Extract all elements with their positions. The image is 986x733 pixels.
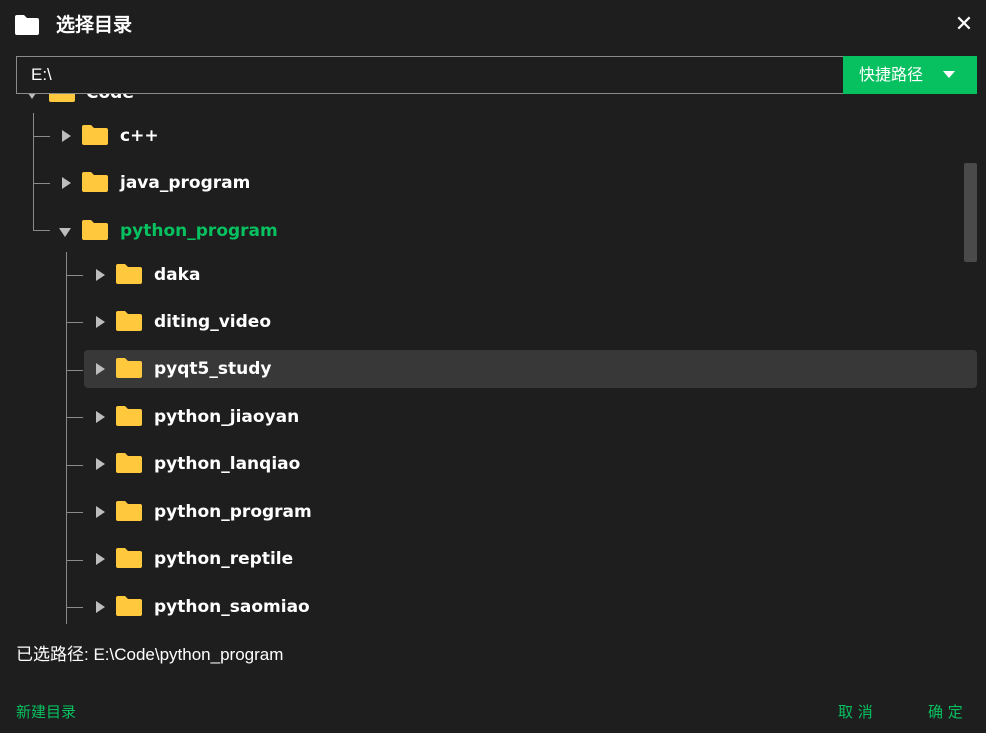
tree-node-label: Code [86,94,134,112]
tree-connector-line [66,370,83,371]
tree-connector-line [66,275,83,276]
tree-node-pyqt5-study[interactable]: pyqt5_study [84,350,977,388]
collapse-arrow-icon[interactable] [59,228,71,237]
quick-path-label: 快捷路径 [859,65,924,84]
tree-node-label: python_jiaoyan [154,407,300,427]
tree-node-label: java_program [120,173,251,193]
tree-connector-line [66,417,83,418]
tree-connector-line [33,230,50,231]
tree-connector-line [66,322,83,323]
expand-arrow-icon[interactable] [96,458,105,470]
folder-icon [82,125,108,145]
tree-node-label: daka [154,265,201,285]
tree-node-python-reptile[interactable]: python_reptile [84,540,977,578]
close-icon[interactable]: ✕ [952,12,976,38]
tree-node-label: python_saomiao [154,597,310,617]
expand-arrow-icon[interactable] [62,130,71,142]
tree-node-label: diting_video [154,312,272,332]
tree-node-c++[interactable]: c++ [50,117,977,155]
expand-arrow-icon[interactable] [96,411,105,423]
folder-icon [116,406,142,426]
tree-node-diting-video[interactable]: diting_video [84,303,977,341]
folder-icon [116,596,142,616]
folder-icon [15,15,39,35]
folder-icon [116,548,142,568]
tree-node-python-program[interactable]: python_program [50,212,977,250]
expand-arrow-icon[interactable] [96,316,105,328]
tree-node-code[interactable]: Code [16,94,977,112]
tree-node-python-jiaoyan[interactable]: python_jiaoyan [84,398,977,436]
folder-icon [116,311,142,331]
expand-arrow-icon[interactable] [96,269,105,281]
dialog-title: 选择目录 [56,14,133,36]
tree-node-daka[interactable]: daka [84,256,977,294]
tree-connector-line [66,607,83,608]
selected-path-text: 已选路径: E:\Code\python_program [16,645,284,664]
caret-down-icon [943,71,955,78]
expand-arrow-icon[interactable] [96,363,105,375]
tree-node-label: python_program [120,221,278,241]
tree-connector-line [66,252,67,624]
tree-node-label: python_program [154,502,312,522]
folder-icon [116,453,142,473]
folder-icon [116,264,142,284]
tree-node-python-lanqiao[interactable]: python_lanqiao [84,445,977,483]
path-input[interactable] [16,56,858,94]
confirm-button[interactable]: 确 定 [928,701,963,723]
folder-icon [116,358,142,378]
tree-connector-line [66,465,83,466]
folder-icon [82,172,108,192]
quick-path-button[interactable]: 快捷路径 [843,56,977,94]
tree-scrollbar[interactable] [964,163,977,262]
tree-node-label: python_reptile [154,549,294,569]
tree-node-python-program-sub[interactable]: python_program [84,493,977,531]
expand-arrow-icon[interactable] [96,506,105,518]
tree-connector-line [33,136,50,137]
folder-icon [116,501,142,521]
expand-arrow-icon[interactable] [62,177,71,189]
tree-node-java-program[interactable]: java_program [50,164,977,202]
folder-icon [49,94,75,102]
tree-connector-line [66,560,83,561]
path-bar: 快捷路径 [16,56,977,94]
tree-connector-line [66,512,83,513]
expand-arrow-icon[interactable] [96,553,105,565]
tree-node-label: python_lanqiao [154,454,301,474]
tree-connector-line [33,183,50,184]
dialog-title-bar: 选择目录 ✕ [0,0,986,52]
directory-tree: Code c++ java_program python_program dak… [0,94,986,626]
collapse-arrow-icon[interactable] [26,94,38,99]
expand-arrow-icon[interactable] [96,601,105,613]
folder-icon [82,220,108,240]
tree-node-label: pyqt5_study [154,359,272,379]
new-directory-button[interactable]: 新建目录 [16,701,76,723]
tree-node-label: c++ [120,126,159,146]
tree-connector-line [33,113,34,230]
tree-node-python-saomiao[interactable]: python_saomiao [84,588,977,626]
cancel-button[interactable]: 取 消 [838,701,873,723]
